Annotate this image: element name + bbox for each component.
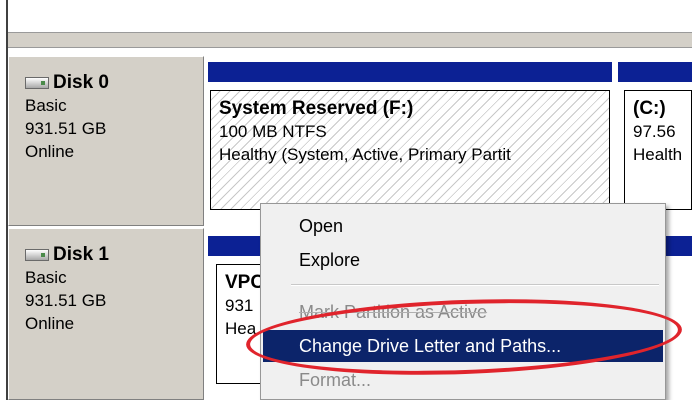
partition-filesystem: 97.56 <box>633 122 676 141</box>
disk-0-status: Online <box>25 142 75 161</box>
top-scroll-bar <box>8 32 692 48</box>
menu-separator <box>291 284 659 286</box>
disk-1-size: 931.51 GB <box>25 291 107 310</box>
menu-item-open[interactable]: Open <box>263 210 663 242</box>
disk-0-title-row: Disk 0 <box>25 71 203 94</box>
hard-disk-icon <box>25 248 49 261</box>
menu-item-change-drive-letter[interactable]: Change Drive Letter and Paths... <box>263 330 663 362</box>
disk-0-info[interactable]: Disk 0 Basic 931.51 GB Online <box>8 56 204 226</box>
partition-header-bar <box>618 62 692 82</box>
disk-1-title-row: Disk 1 <box>25 243 203 266</box>
disk-1-status: Online <box>25 314 75 333</box>
disk-1-info[interactable]: Disk 1 Basic 931.51 GB Online <box>8 228 204 400</box>
disk-0-size: 931.51 GB <box>25 119 107 138</box>
partition-system-reserved[interactable]: System Reserved (F:) 100 MB NTFS Healthy… <box>210 90 610 210</box>
disk-0-title: Disk 0 <box>53 72 109 93</box>
partition-health: Health <box>633 145 683 164</box>
partition-c[interactable]: (C:) 97.56 Health <box>624 90 692 210</box>
menu-item-mark-active-label: Mark Partition as Active <box>299 302 488 322</box>
menu-item-explore[interactable]: Explore <box>263 244 663 276</box>
partition-name: System Reserved (F:) <box>219 98 414 119</box>
partition-name: (C:) <box>633 98 666 119</box>
menu-item-format[interactable]: Format... <box>263 364 663 396</box>
menu-item-mark-active[interactable]: Mark Partition as Active <box>263 296 663 328</box>
context-menu: Open Explore Mark Partition as Active Ch… <box>260 203 666 400</box>
disk-1-title: Disk 1 <box>53 244 109 265</box>
hard-disk-icon <box>25 76 49 89</box>
disk-0-type: Basic <box>25 96 67 115</box>
disk-1-type: Basic <box>25 268 67 287</box>
partition-health: Healthy (System, Active, Primary Partit <box>219 145 511 164</box>
disk-0-partitions: System Reserved (F:) 100 MB NTFS Healthy… <box>208 62 692 222</box>
partition-filesystem: 100 MB NTFS <box>219 122 327 141</box>
partition-header-bar <box>208 62 612 82</box>
disk-management-view: Disk 0 Basic 931.51 GB Online System Res… <box>0 0 692 400</box>
